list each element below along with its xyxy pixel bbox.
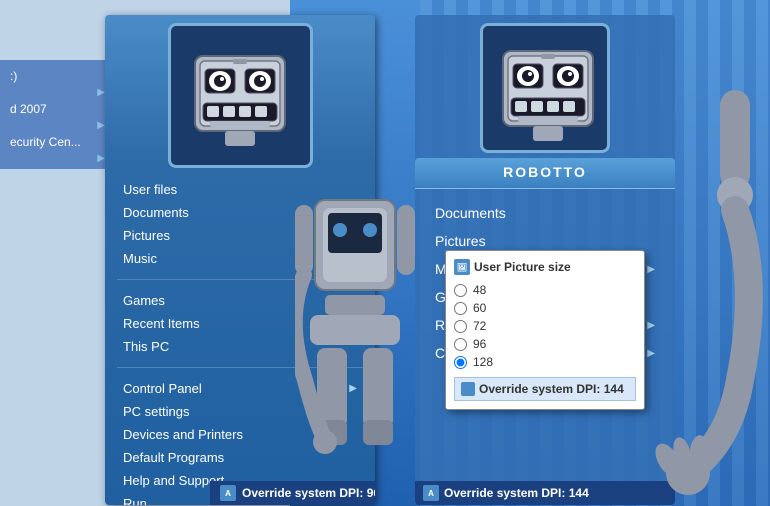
footer-label: Override system DPI: 144: [479, 382, 624, 396]
dpi-icon-left: A: [220, 485, 236, 501]
partial-item-3: ecurity Cen...: [0, 131, 110, 153]
option-96[interactable]: 96: [454, 335, 636, 353]
option-128[interactable]: 128: [454, 353, 636, 371]
radio-128[interactable]: [454, 356, 467, 369]
dpi-label-right: Override system DPI: 144: [444, 486, 589, 500]
radio-96[interactable]: [454, 338, 467, 351]
robot-icon-left: [175, 31, 305, 161]
option-48[interactable]: 48: [454, 281, 636, 299]
popup-icon: 🖼: [454, 259, 470, 275]
partial-chevron-2: ▶: [0, 120, 110, 131]
partial-chevron-3: ▶: [0, 153, 110, 164]
footer-icon: [461, 382, 475, 396]
partial-item-2: d 2007: [0, 98, 110, 120]
right-panel-title: ROBOTTO: [503, 164, 587, 180]
partial-item-1: :): [0, 65, 110, 87]
radio-48[interactable]: [454, 284, 467, 297]
popup-title: 🖼 User Picture size: [454, 259, 636, 275]
radio-72[interactable]: [454, 320, 467, 333]
label-96: 96: [473, 337, 486, 351]
picture-size-popup: 🖼 User Picture size 48 60 72 96 128 Over…: [445, 250, 645, 410]
option-60[interactable]: 60: [454, 299, 636, 317]
robot-body-svg: [295, 180, 415, 500]
partial-chevron-1: ▶: [0, 87, 110, 98]
label-60: 60: [473, 301, 486, 315]
label-72: 72: [473, 319, 486, 333]
dpi-icon-right: A: [423, 485, 439, 501]
label-48: 48: [473, 283, 486, 297]
avatar-left[interactable]: [168, 23, 313, 168]
popup-footer: Override system DPI: 144: [454, 377, 636, 401]
label-128: 128: [473, 355, 493, 369]
robot-middle: [295, 180, 415, 500]
left-partial-menu: :) ▶ d 2007 ▶ ecurity Cen... ▶: [0, 60, 110, 169]
radio-60[interactable]: [454, 302, 467, 315]
option-72[interactable]: 72: [454, 317, 636, 335]
